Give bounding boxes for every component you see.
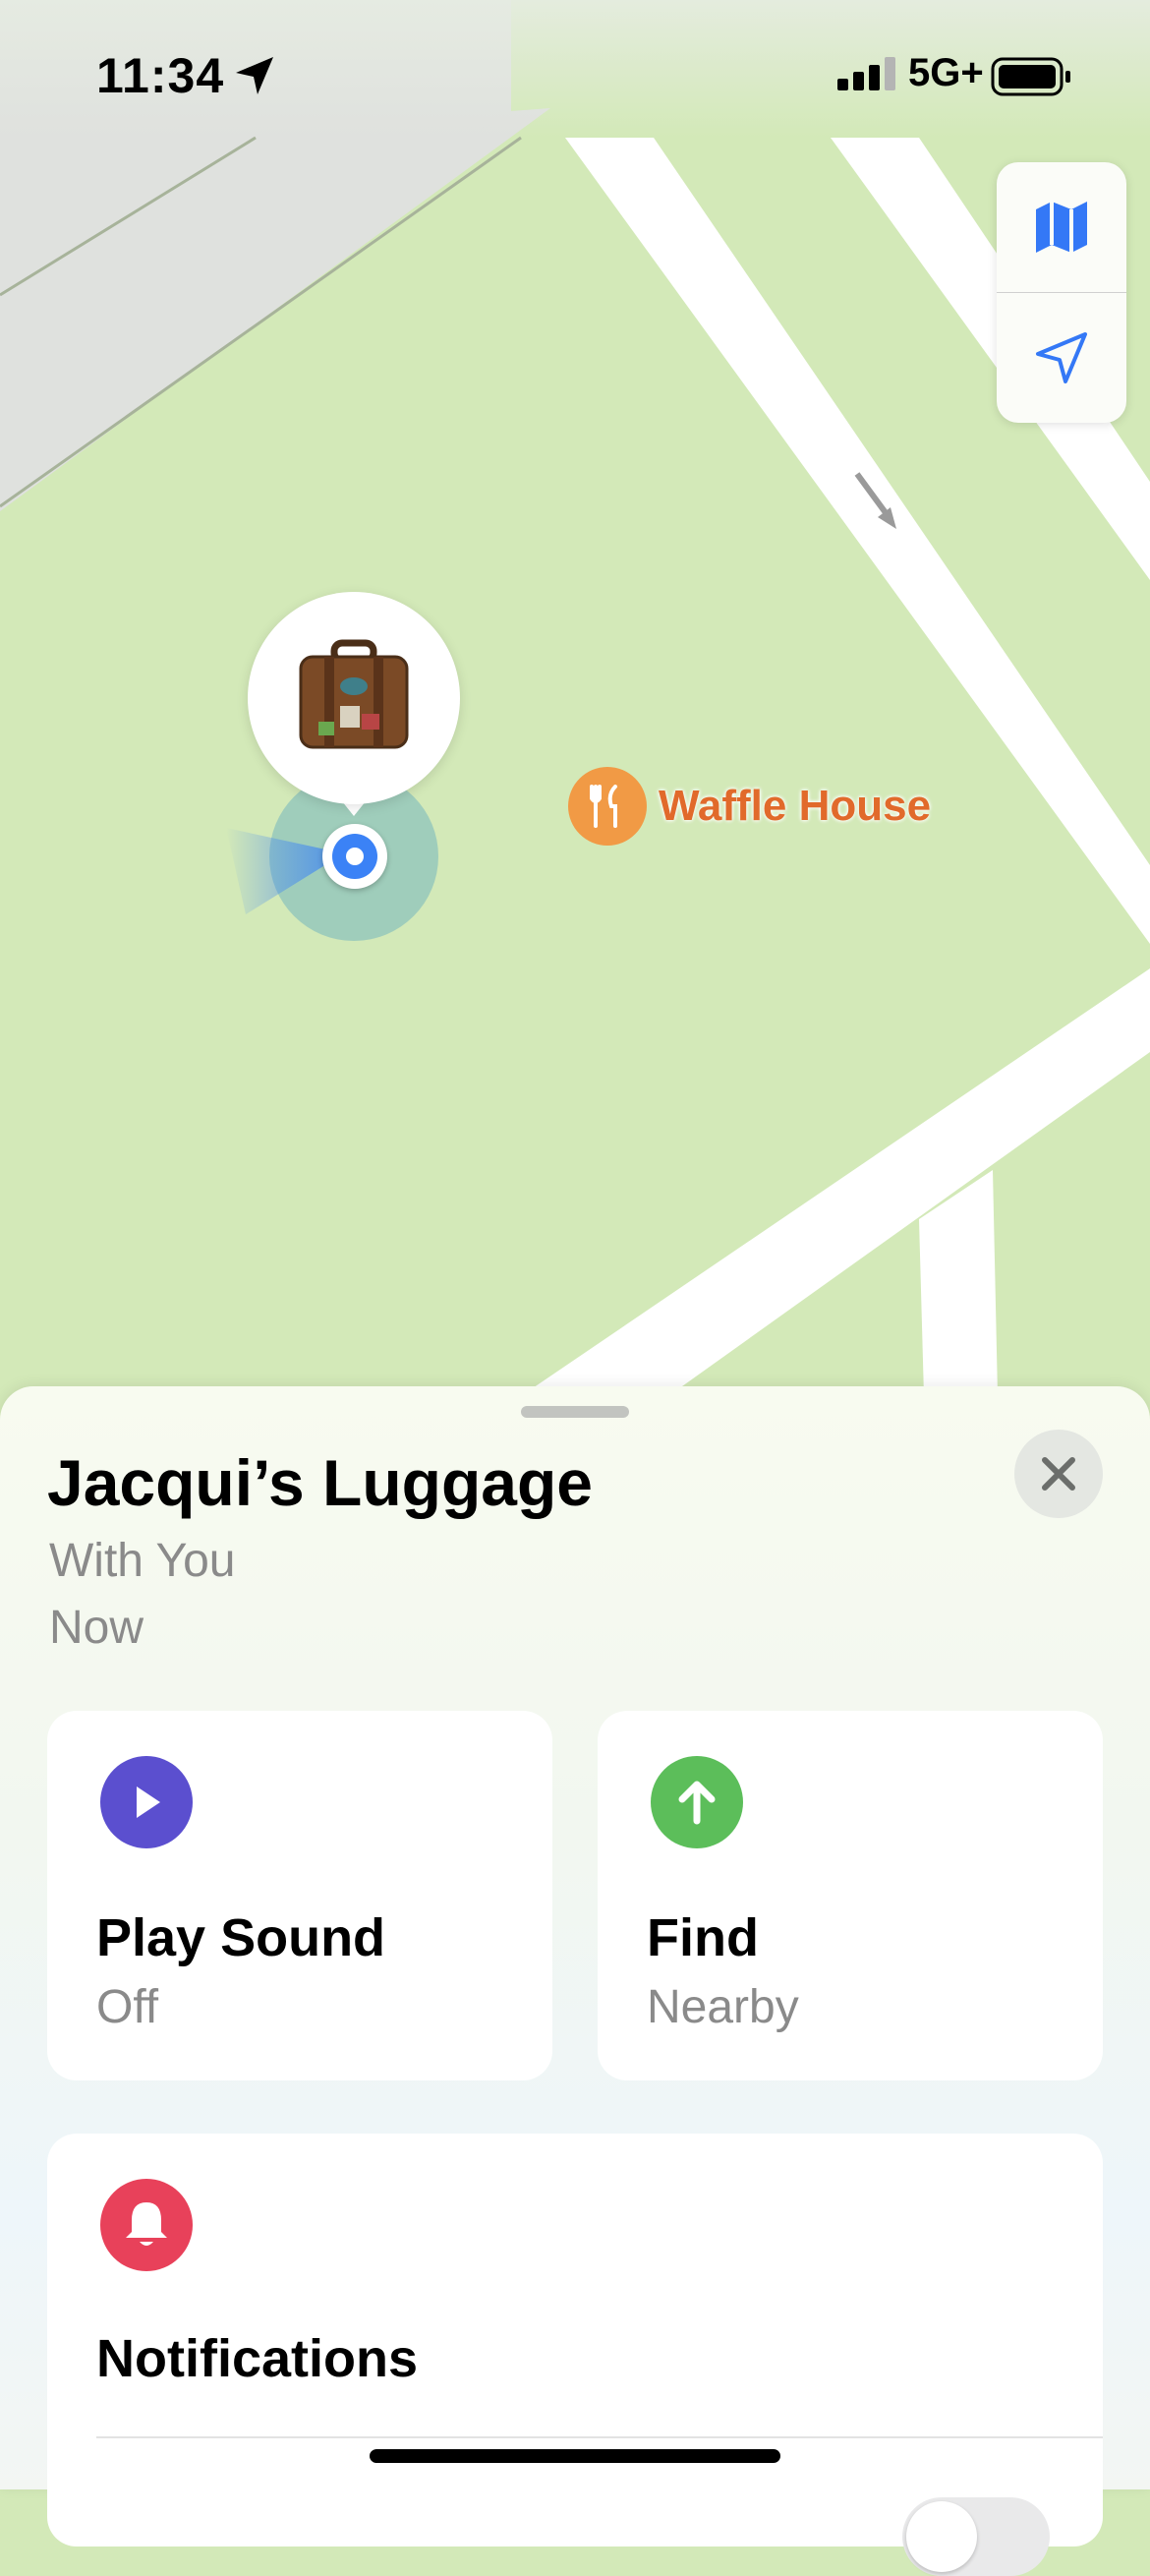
bell-icon xyxy=(100,2179,193,2271)
current-location-dot xyxy=(322,824,387,889)
sheet-grabber[interactable] xyxy=(521,1406,629,1418)
notifications-divider xyxy=(96,2436,1103,2438)
map-controls xyxy=(997,162,1126,423)
map-roads xyxy=(0,0,1150,1396)
poi-label: Waffle House xyxy=(659,782,932,830)
battery-icon xyxy=(991,57,1070,96)
location-arrow-icon xyxy=(1036,332,1087,383)
network-type: 5G+ xyxy=(908,51,984,94)
map-view[interactable]: Waffle House xyxy=(0,0,1150,1396)
location-services-icon xyxy=(236,57,273,94)
find-card[interactable]: Find Nearby xyxy=(598,1711,1103,2080)
map-icon xyxy=(1036,202,1087,253)
item-time: Now xyxy=(49,1602,144,1654)
item-pin[interactable] xyxy=(248,592,460,804)
poi-waffle-house[interactable]: Waffle House xyxy=(568,767,931,846)
play-sound-card[interactable]: Play Sound Off xyxy=(47,1711,552,2080)
locate-me-button[interactable] xyxy=(997,293,1126,423)
map-mode-button[interactable] xyxy=(997,162,1126,292)
notifications-card: Notifications xyxy=(47,2134,1103,2576)
restaurant-icon xyxy=(568,767,647,846)
notification-toggle[interactable] xyxy=(902,2497,1050,2576)
play-sound-subtitle: Off xyxy=(96,1981,159,2033)
close-icon xyxy=(1042,1457,1075,1491)
play-icon xyxy=(100,1756,193,1848)
luggage-icon xyxy=(299,639,409,749)
item-status: With You xyxy=(49,1535,236,1587)
close-button[interactable] xyxy=(1014,1430,1103,1518)
find-subtitle: Nearby xyxy=(647,1981,799,2033)
arrow-up-icon xyxy=(651,1756,743,1848)
item-detail-sheet: Jacqui’s Luggage With You Now Play Sound… xyxy=(0,1386,1150,2576)
cellular-signal-icon xyxy=(837,57,895,90)
notifications-title: Notifications xyxy=(96,2329,419,2388)
status-bar: 11:34 5G+ xyxy=(0,0,1150,147)
status-time: 11:34 xyxy=(96,48,225,103)
find-title: Find xyxy=(647,1908,759,1967)
home-indicator[interactable] xyxy=(370,2449,780,2463)
play-sound-title: Play Sound xyxy=(96,1908,386,1967)
item-name: Jacqui’s Luggage xyxy=(47,1446,594,1519)
heading-cone xyxy=(226,828,344,914)
